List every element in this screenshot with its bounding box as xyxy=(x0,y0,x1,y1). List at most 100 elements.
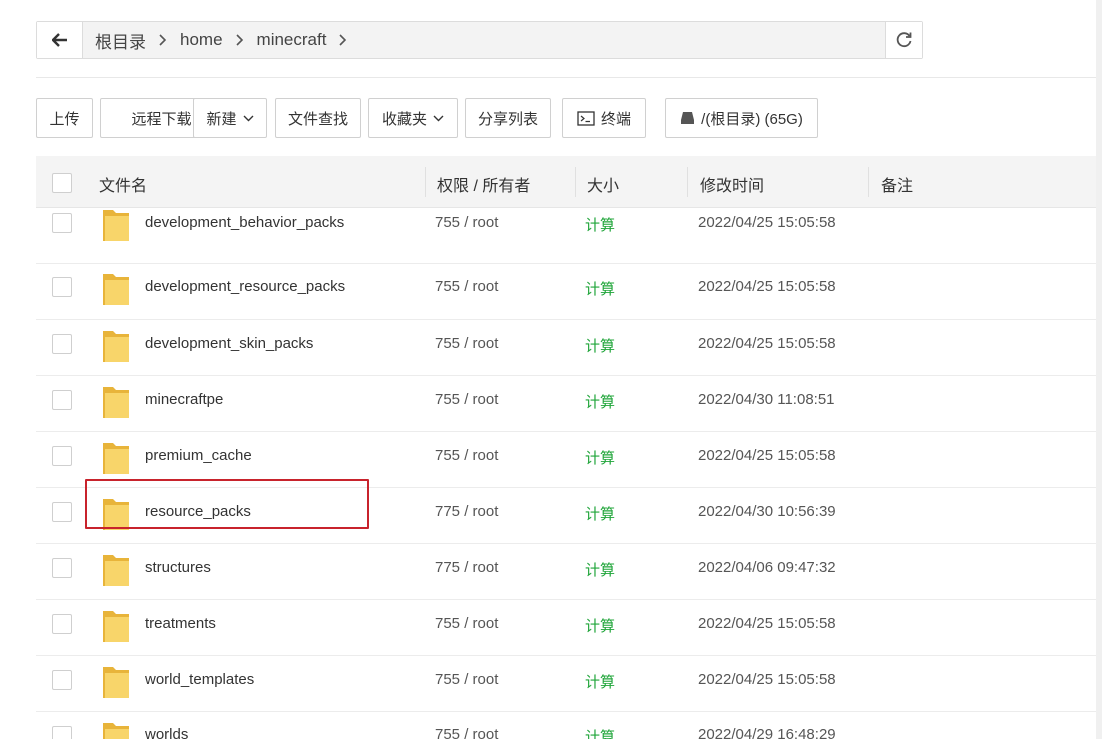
header-mtime[interactable]: 修改时间 xyxy=(700,156,764,208)
file-permission[interactable]: 755 / root xyxy=(435,335,498,352)
file-permission[interactable]: 755 / root xyxy=(435,615,498,632)
arrow-left-icon xyxy=(51,33,67,47)
calculate-size-link[interactable]: 计算 xyxy=(585,503,615,524)
chevron-right-icon xyxy=(154,31,172,49)
share-list-button[interactable]: 分享列表 xyxy=(465,98,551,138)
folder-icon xyxy=(103,443,129,474)
favorites-dropdown-button[interactable]: 收藏夹 xyxy=(368,98,458,138)
disk-label: /(根目录) (65G) xyxy=(701,110,803,128)
file-permission[interactable]: 755 / root xyxy=(435,447,498,464)
new-label: 新建 xyxy=(206,110,237,128)
table-row[interactable]: development_resource_packs 755 / root 计算… xyxy=(36,264,1102,320)
calculate-size-link[interactable]: 计算 xyxy=(585,615,615,636)
table-row[interactable]: worlds 755 / root 计算 2022/04/29 16:48:29 xyxy=(36,712,1102,739)
row-checkbox[interactable] xyxy=(52,446,72,466)
header-name[interactable]: 文件名 xyxy=(99,156,147,208)
file-name[interactable]: development_skin_packs xyxy=(145,335,313,352)
column-divider xyxy=(868,167,869,197)
file-permission[interactable]: 755 / root xyxy=(435,726,498,739)
folder-icon xyxy=(103,667,129,698)
file-name[interactable]: minecraftpe xyxy=(145,391,223,408)
file-permission[interactable]: 755 / root xyxy=(435,671,498,688)
file-permission[interactable]: 755 / root xyxy=(435,278,498,295)
modified-time: 2022/04/25 15:05:58 xyxy=(698,278,836,295)
share-list-label: 分享列表 xyxy=(477,110,538,128)
terminal-icon xyxy=(577,110,595,126)
row-checkbox[interactable] xyxy=(52,334,72,354)
calculate-size-link[interactable]: 计算 xyxy=(585,447,615,468)
table-row[interactable]: development_behavior_packs 755 / root 计算… xyxy=(36,208,1102,264)
header-perm[interactable]: 权限 / 所有者 xyxy=(437,156,530,208)
table-row[interactable]: treatments 755 / root 计算 2022/04/25 15:0… xyxy=(36,600,1102,656)
calculate-size-link[interactable]: 计算 xyxy=(585,278,615,299)
calculate-size-link[interactable]: 计算 xyxy=(585,726,615,739)
chevron-down-icon xyxy=(433,115,444,121)
row-checkbox[interactable] xyxy=(52,670,72,690)
row-checkbox[interactable] xyxy=(52,390,72,410)
folder-icon xyxy=(103,723,129,739)
file-name[interactable]: development_behavior_packs xyxy=(145,214,344,231)
breadcrumb-home[interactable]: home xyxy=(176,30,227,50)
refresh-icon xyxy=(896,32,912,48)
file-permission[interactable]: 775 / root xyxy=(435,559,498,576)
upload-button[interactable]: 上传 xyxy=(36,98,93,138)
folder-icon xyxy=(103,611,129,642)
row-checkbox[interactable] xyxy=(52,213,72,233)
modified-time: 2022/04/25 15:05:58 xyxy=(698,671,836,688)
header-note[interactable]: 备注 xyxy=(881,156,913,208)
file-search-button[interactable]: 文件查找 xyxy=(275,98,361,138)
modified-time: 2022/04/25 15:05:58 xyxy=(698,615,836,632)
calculate-size-link[interactable]: 计算 xyxy=(585,559,615,580)
modified-time: 2022/04/30 11:08:51 xyxy=(698,391,835,408)
calculate-size-link[interactable]: 计算 xyxy=(585,335,615,356)
column-divider xyxy=(687,167,688,197)
file-name[interactable]: premium_cache xyxy=(145,447,252,464)
file-name[interactable]: treatments xyxy=(145,615,216,632)
modified-time: 2022/04/30 10:56:39 xyxy=(698,503,836,520)
table-row[interactable]: structures 775 / root 计算 2022/04/06 09:4… xyxy=(36,544,1102,600)
select-all-checkbox[interactable] xyxy=(52,173,72,193)
modified-time: 2022/04/25 15:05:58 xyxy=(698,214,836,231)
file-permission[interactable]: 775 / root xyxy=(435,503,498,520)
table-row[interactable]: world_templates 755 / root 计算 2022/04/25… xyxy=(36,656,1102,712)
modified-time: 2022/04/06 09:47:32 xyxy=(698,559,836,576)
row-checkbox[interactable] xyxy=(52,726,72,739)
row-checkbox[interactable] xyxy=(52,277,72,297)
refresh-button[interactable] xyxy=(885,22,922,58)
terminal-button[interactable]: 终端 xyxy=(562,98,646,138)
breadcrumb-minecraft[interactable]: minecraft xyxy=(253,30,331,50)
folder-icon xyxy=(103,210,129,241)
column-divider xyxy=(575,167,576,197)
hard-drive-icon xyxy=(681,112,695,124)
calculate-size-link[interactable]: 计算 xyxy=(585,671,615,692)
file-permission[interactable]: 755 / root xyxy=(435,214,498,231)
table-row[interactable]: development_skin_packs 755 / root 计算 202… xyxy=(36,320,1102,376)
file-search-label: 文件查找 xyxy=(287,110,348,128)
calculate-size-link[interactable]: 计算 xyxy=(585,214,615,235)
column-divider xyxy=(425,167,426,197)
header-size[interactable]: 大小 xyxy=(587,156,619,208)
row-checkbox[interactable] xyxy=(52,558,72,578)
divider xyxy=(36,77,1102,78)
file-name[interactable]: development_resource_packs xyxy=(145,278,345,295)
calculate-size-link[interactable]: 计算 xyxy=(585,391,615,412)
modified-time: 2022/04/25 15:05:58 xyxy=(698,447,836,464)
folder-icon xyxy=(103,555,129,586)
file-name[interactable]: worlds xyxy=(145,726,188,739)
file-permission[interactable]: 755 / root xyxy=(435,391,498,408)
file-name[interactable]: structures xyxy=(145,559,211,576)
modified-time: 2022/04/29 16:48:29 xyxy=(698,726,836,739)
chevron-right-icon xyxy=(231,31,249,49)
file-name[interactable]: world_templates xyxy=(145,671,254,688)
new-dropdown-button[interactable]: 新建 xyxy=(193,98,267,138)
disk-button[interactable]: /(根目录) (65G) xyxy=(665,98,818,138)
folder-icon xyxy=(103,331,129,362)
row-checkbox[interactable] xyxy=(52,502,72,522)
folder-icon xyxy=(103,274,129,305)
table-row[interactable]: minecraftpe 755 / root 计算 2022/04/30 11:… xyxy=(36,376,1102,432)
path-bar: 根目录 home minecraft xyxy=(36,21,923,59)
back-button[interactable] xyxy=(37,22,83,58)
breadcrumb-root[interactable]: 根目录 xyxy=(91,28,150,53)
row-checkbox[interactable] xyxy=(52,614,72,634)
table-header: 文件名 权限 / 所有者 大小 修改时间 备注 xyxy=(36,156,1102,208)
